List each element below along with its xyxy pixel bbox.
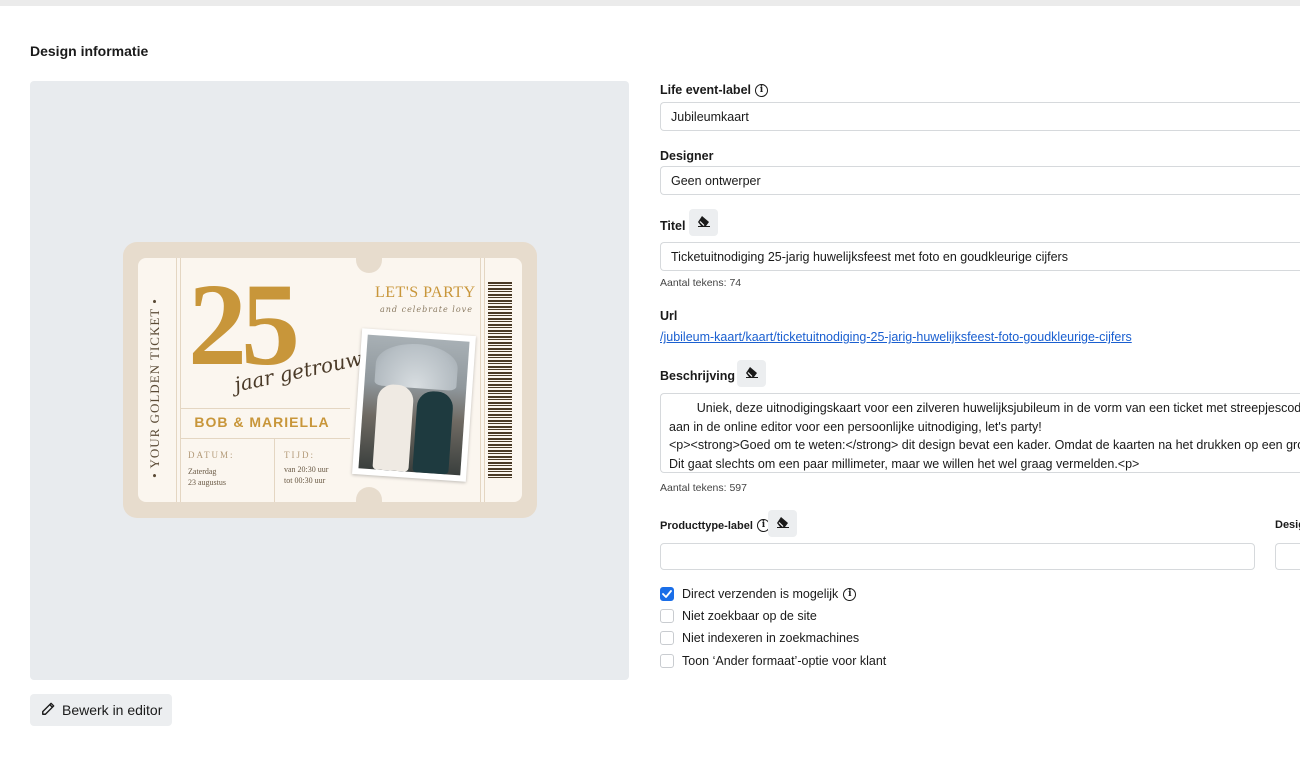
checkbox[interactable]	[660, 587, 674, 601]
ticket-divider	[480, 258, 481, 502]
eraser-icon	[745, 365, 759, 383]
checkbox[interactable]	[660, 631, 674, 645]
title-input[interactable]: Ticketuitnodiging 25-jarig huwelijksfees…	[660, 242, 1300, 271]
section-title: Design informatie	[30, 43, 149, 59]
ticket-design-preview: • YOUR GOLDEN TICKET • 25 jaar getrouwd …	[123, 242, 537, 518]
ticket-notch-bottom	[356, 487, 382, 503]
groom-shape	[412, 390, 454, 475]
edit-in-editor-button[interactable]: Bewerk in editor	[30, 694, 172, 726]
life-event-label: Life event-label i	[660, 83, 768, 97]
title-char-counter: Aantal tekens: 74	[660, 277, 742, 289]
pencil-icon	[41, 702, 55, 719]
ticket-divider	[274, 438, 275, 502]
umbrella-shape	[374, 341, 460, 391]
producttype-label: Producttype-label i	[660, 519, 770, 532]
ticket-divider	[180, 438, 350, 439]
ticket-divider	[180, 258, 181, 502]
checkmark-icon	[662, 590, 672, 598]
designer-select[interactable]: Geen ontwerper	[660, 166, 1300, 195]
eraser-icon	[776, 515, 790, 533]
checkbox-label: Niet zoekbaar op de site	[682, 609, 817, 623]
designer-label: Designer	[660, 149, 714, 163]
edit-in-editor-label: Bewerk in editor	[62, 702, 163, 718]
ticket-notch-top	[356, 257, 382, 273]
ticket-time-label: TIJD:	[284, 450, 315, 460]
checkbox[interactable]	[660, 609, 674, 623]
ticket-date-value: Zaterdag 23 augustus	[188, 467, 226, 487]
bride-shape	[372, 383, 415, 472]
ticket-headline: LET'S PARTY	[375, 284, 476, 301]
design-input-partial[interactable]	[1275, 543, 1300, 570]
design-label-partial: Desig	[1275, 519, 1300, 531]
top-strip	[0, 0, 1300, 6]
option-checkbox-row[interactable]: Niet indexeren in zoekmachines	[660, 631, 859, 645]
option-checkbox-row[interactable]: Direct verzenden is mogelijk i	[660, 587, 857, 601]
title-label: Titel	[660, 219, 686, 233]
title-clear-button[interactable]	[689, 209, 718, 236]
description-char-counter: Aantal tekens: 597	[660, 482, 747, 494]
ticket-subline: and celebrate love	[380, 305, 473, 314]
ticket-inner: • YOUR GOLDEN TICKET • 25 jaar getrouwd …	[138, 257, 522, 503]
checkbox-label: Niet indexeren in zoekmachines	[682, 631, 860, 645]
option-checkbox-row[interactable]: Toon ‘Ander formaat’-optie voor klant	[660, 654, 886, 668]
couple-photo	[358, 334, 470, 476]
description-textarea[interactable]: Uniek, deze uitnodigingskaart voor een z…	[660, 393, 1300, 473]
ticket-divider	[176, 258, 177, 502]
url-label: Url	[660, 309, 678, 323]
checkbox[interactable]	[660, 654, 674, 668]
producttype-input[interactable]	[660, 543, 1255, 570]
ticket-barcode	[488, 282, 512, 478]
description-label: Beschrijving	[660, 369, 736, 383]
ticket-divider	[484, 258, 485, 502]
ticket-time-value: van 20:30 uur tot 00:30 uur	[284, 465, 329, 485]
info-icon[interactable]: i	[755, 83, 768, 97]
ticket-divider	[180, 408, 350, 409]
checkbox-label: Toon ‘Ander formaat’-optie voor klant	[682, 654, 887, 668]
info-icon[interactable]: i	[843, 587, 857, 601]
ticket-date-label: DATUM:	[188, 450, 235, 460]
ticket-side-label: • YOUR GOLDEN TICKET •	[147, 298, 163, 478]
ticket-photo	[352, 328, 476, 482]
option-checkbox-row[interactable]: Niet zoekbaar op de site	[660, 609, 817, 623]
life-event-select[interactable]: Jubileumkaart	[660, 102, 1300, 131]
url-link[interactable]: /jubileum-kaart/kaart/ticketuitnodiging-…	[660, 330, 1132, 344]
design-preview-panel: • YOUR GOLDEN TICKET • 25 jaar getrouwd …	[30, 81, 629, 680]
ticket-names: BOB & MARIELLA	[194, 414, 330, 430]
checkbox-label: Direct verzenden is mogelijk	[682, 587, 839, 601]
description-clear-button[interactable]	[737, 360, 766, 387]
producttype-clear-button[interactable]	[768, 510, 797, 537]
eraser-icon	[697, 214, 711, 232]
